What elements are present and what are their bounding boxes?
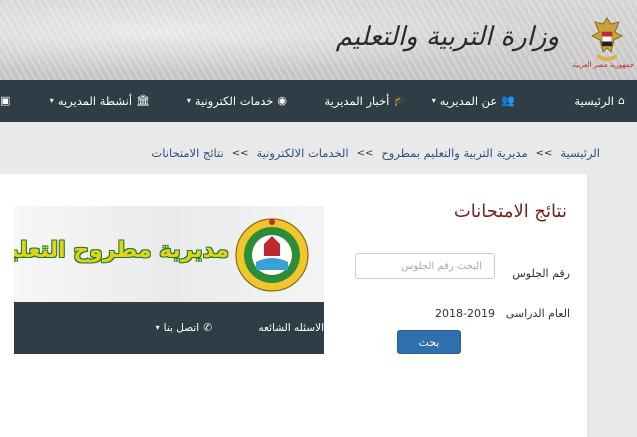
nav-item-eservices[interactable]: ◉ خدمات الكترونية ▾ [187, 80, 287, 122]
chevron-down-icon: ▾ [186, 96, 191, 105]
graduation-cap-icon: 🎓 [393, 94, 407, 107]
breadcrumb: الرئيسية >> مديرية التربية والتعليم بمطر… [151, 146, 600, 160]
chevron-down-icon: ▾ [155, 323, 160, 332]
nav-item-label: عن المديريه [439, 94, 498, 108]
directorate-logo-icon[interactable] [234, 214, 310, 296]
search-button[interactable]: بحث [397, 330, 461, 354]
directorate-banner: مديرية مطروح التعليمية الاسئله الشائعه ✆… [14, 206, 324, 354]
banner-navbar: الاسئله الشائعه ✆ اتصل بنا ▾ [14, 302, 324, 354]
site-header: وزارة التربية والتعليم جمهورية مصر العرب… [0, 0, 637, 80]
home-icon: ⌂ [618, 94, 625, 107]
bank-icon: 🏛 [136, 94, 150, 107]
nav-item-label: خدمات الكترونية [194, 94, 274, 108]
nav-item-label: الرئيسية [574, 94, 615, 108]
breadcrumb-separator: >> [231, 147, 249, 159]
banner-nav-label: الاسئله الشائعه [258, 322, 324, 334]
globe-icon: ◉ [277, 94, 287, 107]
banner-nav-contact[interactable]: ✆ اتصل بنا ▾ [156, 302, 212, 354]
page-title: نتائج الامتحانات [453, 201, 567, 222]
nav-item-home[interactable]: ⌂ الرئيسية [574, 80, 625, 122]
breadcrumb-eservices[interactable]: الخدمات الالكترونية [256, 146, 348, 160]
camera-icon: ▣ [0, 94, 11, 107]
nav-item-label: أخبار المديرية [324, 94, 390, 108]
main-navbar: ⌂ الرئيسية 👥 عن المديريه ▾ 🎓 أخبار المدي… [0, 80, 637, 122]
breadcrumb-home[interactable]: الرئيسية [560, 146, 600, 160]
breadcrumb-directorate[interactable]: مديرية التربية والتعليم بمطروح [381, 146, 527, 160]
banner-nav-faq[interactable]: الاسئله الشائعه [258, 302, 324, 354]
users-icon: 👥 [501, 94, 515, 107]
content-panel: نتائج الامتحانات رقم الجلوس العام الدراس… [0, 174, 587, 437]
nav-item-news[interactable]: 🎓 أخبار المديرية [325, 80, 408, 122]
banner-title: مديرية مطروح التعليمية [14, 238, 229, 263]
academic-year-label: العام الدراسى [505, 307, 570, 320]
academic-year-value: 2018-2019 [435, 307, 495, 320]
banner-nav-label: اتصل بنا [163, 322, 200, 334]
chevron-down-icon: ▾ [431, 96, 436, 105]
breadcrumb-current[interactable]: نتائج الامتحانات [151, 146, 223, 160]
nav-item-about[interactable]: 👥 عن المديريه ▾ [432, 80, 515, 122]
nav-item-gallery[interactable]: ▣ [0, 80, 10, 122]
ministry-logo-text[interactable]: وزارة التربية والتعليم [336, 22, 560, 52]
seat-number-label: رقم الجلوس [512, 267, 570, 280]
nav-item-activities[interactable]: 🏛 أنشطة المديريه ▾ [50, 80, 150, 122]
nav-item-label: أنشطة المديريه [57, 94, 133, 108]
seat-number-input[interactable] [355, 253, 495, 279]
breadcrumb-separator: >> [535, 147, 553, 159]
phone-icon: ✆ [203, 322, 212, 334]
chevron-down-icon: ▾ [49, 96, 54, 105]
emblem-caption: جمهورية مصر العربية [572, 61, 634, 69]
breadcrumb-separator: >> [356, 147, 374, 159]
